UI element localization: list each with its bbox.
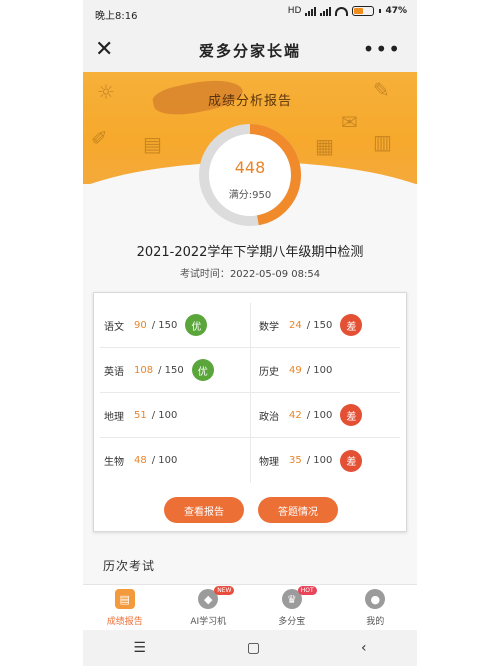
subject-cell[interactable]: 地理 51 / 100 bbox=[100, 393, 250, 437]
grade-badge: 差 bbox=[340, 314, 363, 336]
grade-badge: 优 bbox=[191, 359, 214, 381]
study-status-button[interactable]: 答题情况 bbox=[258, 497, 338, 523]
tab-tag-badge: HOT bbox=[297, 586, 317, 595]
full-score: 满分:950 bbox=[228, 190, 272, 201]
tab-tag-badge: NEW bbox=[214, 586, 235, 595]
subject-name: 语文 bbox=[104, 321, 124, 333]
subject-total: / 100 bbox=[306, 455, 333, 466]
tab-user[interactable]: ● 我的 bbox=[334, 585, 418, 630]
subject-total: / 100 bbox=[306, 364, 333, 376]
system-nav-bar: ☰ ▢ ‹ bbox=[83, 630, 417, 666]
subject-name: 物理 bbox=[259, 457, 279, 468]
subject-cell[interactable]: 政治 42 / 100 差 bbox=[250, 393, 400, 437]
battery-percent: 47% bbox=[385, 6, 407, 16]
subject-cell[interactable]: 物理 35 / 100 差 bbox=[250, 438, 400, 483]
subject-cell[interactable]: 语文 90 / 150 优 bbox=[100, 303, 250, 347]
tab-label: 成绩报告 bbox=[106, 617, 143, 627]
network-label: HD bbox=[287, 6, 302, 16]
tab-label: AI学习机 bbox=[190, 617, 227, 627]
tab-label: 多分宝 bbox=[278, 617, 306, 627]
subject-name: 生物 bbox=[104, 457, 124, 468]
subject-grid: 语文 90/ 150 优数学 24/ 150 差英语 108/ 150 优历史 49/ 100… bbox=[100, 303, 400, 483]
back-icon[interactable]: ‹ bbox=[361, 640, 367, 656]
status-bar: 晚上8:16 HD 47% bbox=[83, 0, 417, 26]
subject-total: / 100 bbox=[306, 409, 333, 421]
subject-name: 政治 bbox=[259, 411, 279, 423]
signal-icon-2 bbox=[320, 6, 332, 16]
menu-icon[interactable]: ☰ bbox=[133, 640, 146, 656]
subject-name: 历史 bbox=[259, 366, 279, 378]
book-icon: ▥ bbox=[373, 130, 392, 154]
subject-total: / 150 bbox=[306, 319, 333, 331]
tab-report[interactable]: ▤ 成绩报告 bbox=[83, 585, 167, 630]
grade-badge: 差 bbox=[340, 449, 363, 472]
history-section: 历次考试 bbox=[83, 540, 417, 586]
subject-score: 90 bbox=[134, 319, 147, 331]
subject-score: 35 bbox=[289, 455, 302, 466]
battery-icon bbox=[352, 6, 375, 16]
more-icon[interactable]: ••• bbox=[363, 37, 401, 61]
subject-total: / 100 bbox=[151, 455, 178, 466]
subject-total: / 100 bbox=[151, 409, 178, 421]
view-report-button[interactable]: 查看报告 bbox=[164, 497, 244, 523]
subject-row: 语文 90 / 150 优 数学 24 / 150 差 bbox=[100, 303, 400, 348]
tab-diamond[interactable]: ◆ NEW AI学习机 bbox=[167, 585, 251, 630]
exam-time-label: 考试时间： bbox=[179, 269, 230, 280]
banner-title: 成绩分析报告 bbox=[207, 94, 292, 109]
subject-scores-card: 语文 90/ 150 优数学 24/ 150 差英语 108/ 150 优历史 49/ 100… bbox=[93, 292, 407, 532]
total-score: 448 bbox=[234, 158, 266, 177]
history-title: 历次考试 bbox=[103, 559, 156, 573]
user-icon: ● bbox=[365, 589, 386, 609]
subject-row: 生物 48 / 100 物理 35 / 100 差 bbox=[100, 438, 400, 483]
home-icon[interactable]: ▢ bbox=[247, 640, 260, 656]
signal-icon bbox=[305, 6, 317, 16]
subject-score: 24 bbox=[289, 319, 302, 331]
subject-cell[interactable]: 英语 108 / 150 优 bbox=[100, 348, 250, 392]
mail-icon: ✉ bbox=[341, 110, 358, 134]
grade-badge: 差 bbox=[340, 404, 363, 426]
subject-score: 49 bbox=[289, 364, 302, 376]
grade-badge: 优 bbox=[185, 314, 208, 336]
subject-name: 英语 bbox=[104, 366, 124, 378]
status-time: 晚上8:16 bbox=[95, 11, 138, 22]
subject-score: 51 bbox=[134, 409, 147, 421]
subject-cell[interactable]: 数学 24 / 150 差 bbox=[250, 303, 400, 347]
exam-time-value: 2022-05-09 08:54 bbox=[229, 269, 321, 280]
subject-cell[interactable]: 生物 48 / 100 bbox=[100, 438, 250, 483]
subject-cell[interactable]: 历史 49 / 100 bbox=[250, 348, 400, 392]
bottom-tab-bar: ▤ 成绩报告 ◆ NEW AI学习机 ♛ HOT 多分宝 ● 我的 bbox=[83, 584, 417, 630]
subject-score: 42 bbox=[289, 409, 302, 421]
chart-icon: ▦ bbox=[315, 134, 334, 158]
subject-row: 英语 108 / 150 优 历史 49 / 100 bbox=[100, 348, 400, 393]
nav-bar: ✕ 爱多分家长端 ••• bbox=[83, 26, 417, 72]
status-icons: HD 47% bbox=[288, 6, 407, 16]
subject-score: 108 bbox=[134, 364, 154, 376]
score-gauge: 448 满分:950 bbox=[197, 122, 303, 228]
document-icon: ▤ bbox=[143, 132, 162, 156]
phone-screen: 晚上8:16 HD 47% ✕ 爱多分家长端 ••• ☼ ✎ ✉ ▤ ▦ ▥ ✐… bbox=[83, 0, 417, 666]
report-icon: ▤ bbox=[114, 589, 135, 609]
subject-name: 地理 bbox=[104, 411, 124, 423]
subject-row: 地理 51 / 100 政治 42 / 100 差 bbox=[100, 393, 400, 438]
subject-total: / 150 bbox=[151, 319, 178, 331]
subject-name: 数学 bbox=[259, 321, 279, 333]
tab-crown[interactable]: ♛ HOT 多分宝 bbox=[250, 585, 334, 630]
exam-time: 考试时间：2022-05-09 08:54 bbox=[83, 265, 417, 280]
tab-label: 我的 bbox=[366, 617, 385, 627]
exam-title: 2021-2022学年下学期八年级期中检测 bbox=[136, 245, 364, 260]
wifi-icon bbox=[335, 6, 349, 16]
subject-total: / 150 bbox=[158, 364, 184, 376]
subject-score: 48 bbox=[134, 455, 147, 466]
pencil-icon: ✐ bbox=[91, 126, 108, 150]
